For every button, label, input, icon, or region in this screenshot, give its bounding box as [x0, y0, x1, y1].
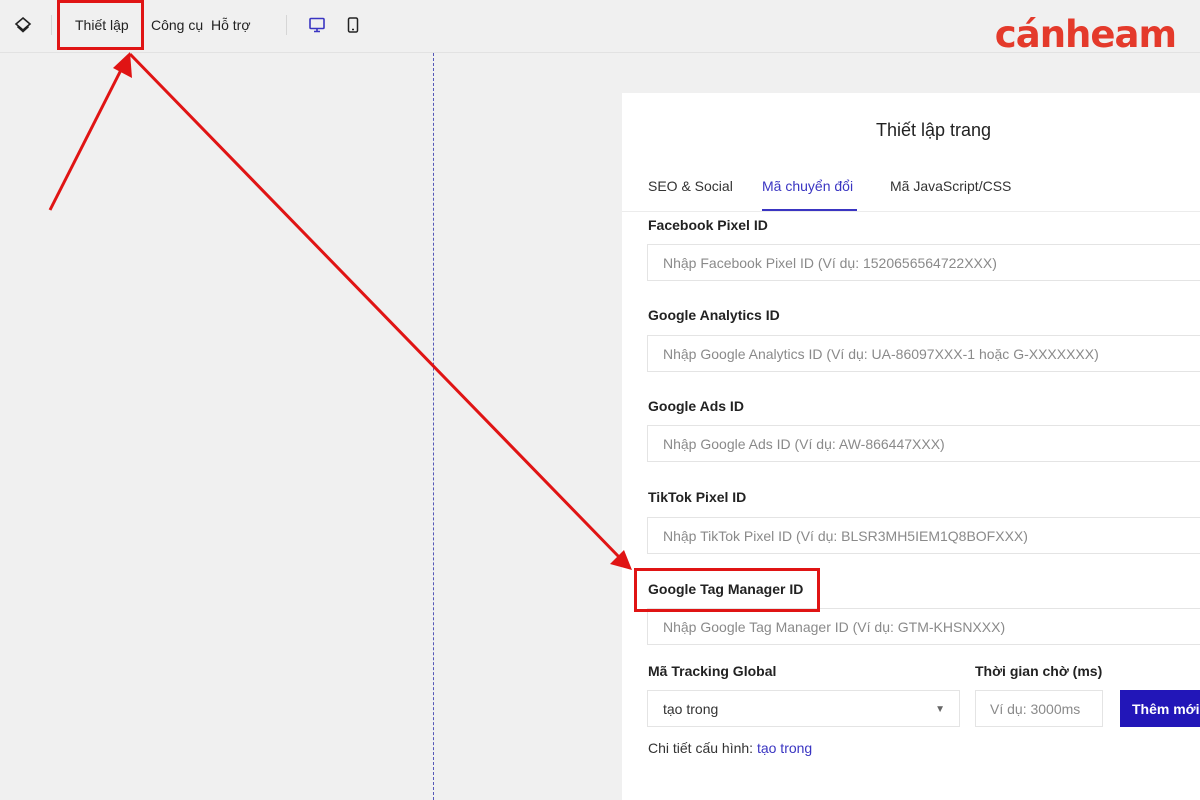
tracking-global-label: Mã Tracking Global: [648, 663, 777, 679]
add-new-button[interactable]: Thêm mới: [1120, 690, 1200, 727]
page-settings-panel: Thiết lập trang SEO & Social Mã chuyển đ…: [622, 93, 1200, 800]
arrow-head-up: [113, 52, 132, 78]
tab-javascript-css[interactable]: Mã JavaScript/CSS: [890, 178, 1011, 194]
facebook-pixel-label: Facebook Pixel ID: [648, 217, 768, 233]
toolbar-divider: [286, 15, 287, 35]
canvas-guide-line: [433, 53, 434, 800]
menu-cong-cu[interactable]: Công cụ: [151, 17, 203, 33]
toolbar-divider: [51, 15, 52, 35]
layers-icon[interactable]: [12, 14, 34, 36]
chevron-down-icon: ▼: [935, 704, 945, 715]
tracking-global-select[interactable]: tạo trong ▼: [647, 690, 960, 727]
panel-title: Thiết lập trang: [875, 120, 992, 140]
tab-seo-social[interactable]: SEO & Social: [648, 178, 733, 194]
tiktok-pixel-input[interactable]: [647, 517, 1200, 554]
google-analytics-input[interactable]: [647, 335, 1200, 372]
google-ads-label: Google Ads ID: [648, 398, 744, 414]
google-tag-manager-label: Google Tag Manager ID: [648, 581, 804, 597]
mobile-icon[interactable]: [342, 14, 364, 36]
google-tag-manager-input[interactable]: [647, 608, 1200, 645]
tab-conversion-code[interactable]: Mã chuyển đổi: [762, 178, 853, 194]
menu-thiet-lap[interactable]: Thiết lập: [75, 17, 129, 33]
menu-ho-tro[interactable]: Hỗ trợ: [211, 17, 251, 33]
google-ads-input[interactable]: [647, 425, 1200, 462]
desktop-icon[interactable]: [306, 14, 328, 36]
top-toolbar: Thiết lập Công cụ Hỗ trợ cánheam: [0, 0, 1200, 53]
arrow-line-diagonal: [128, 52, 622, 560]
delay-label: Thời gian chờ (ms): [975, 663, 1103, 679]
arrow-line-up: [48, 63, 126, 211]
config-detail-link[interactable]: tạo trong: [757, 740, 812, 756]
tiktok-pixel-label: TikTok Pixel ID: [648, 489, 747, 505]
config-detail-prefix: Chi tiết cấu hình:: [648, 740, 754, 756]
google-analytics-label: Google Analytics ID: [648, 307, 780, 323]
config-detail: Chi tiết cấu hình: tạo trong: [648, 740, 812, 756]
tabs-divider: [622, 211, 1200, 212]
facebook-pixel-input[interactable]: [647, 244, 1200, 281]
delay-input[interactable]: [975, 690, 1103, 727]
tracking-global-selected: tạo trong: [663, 701, 719, 717]
brand-logo: cánheam: [994, 13, 1177, 56]
